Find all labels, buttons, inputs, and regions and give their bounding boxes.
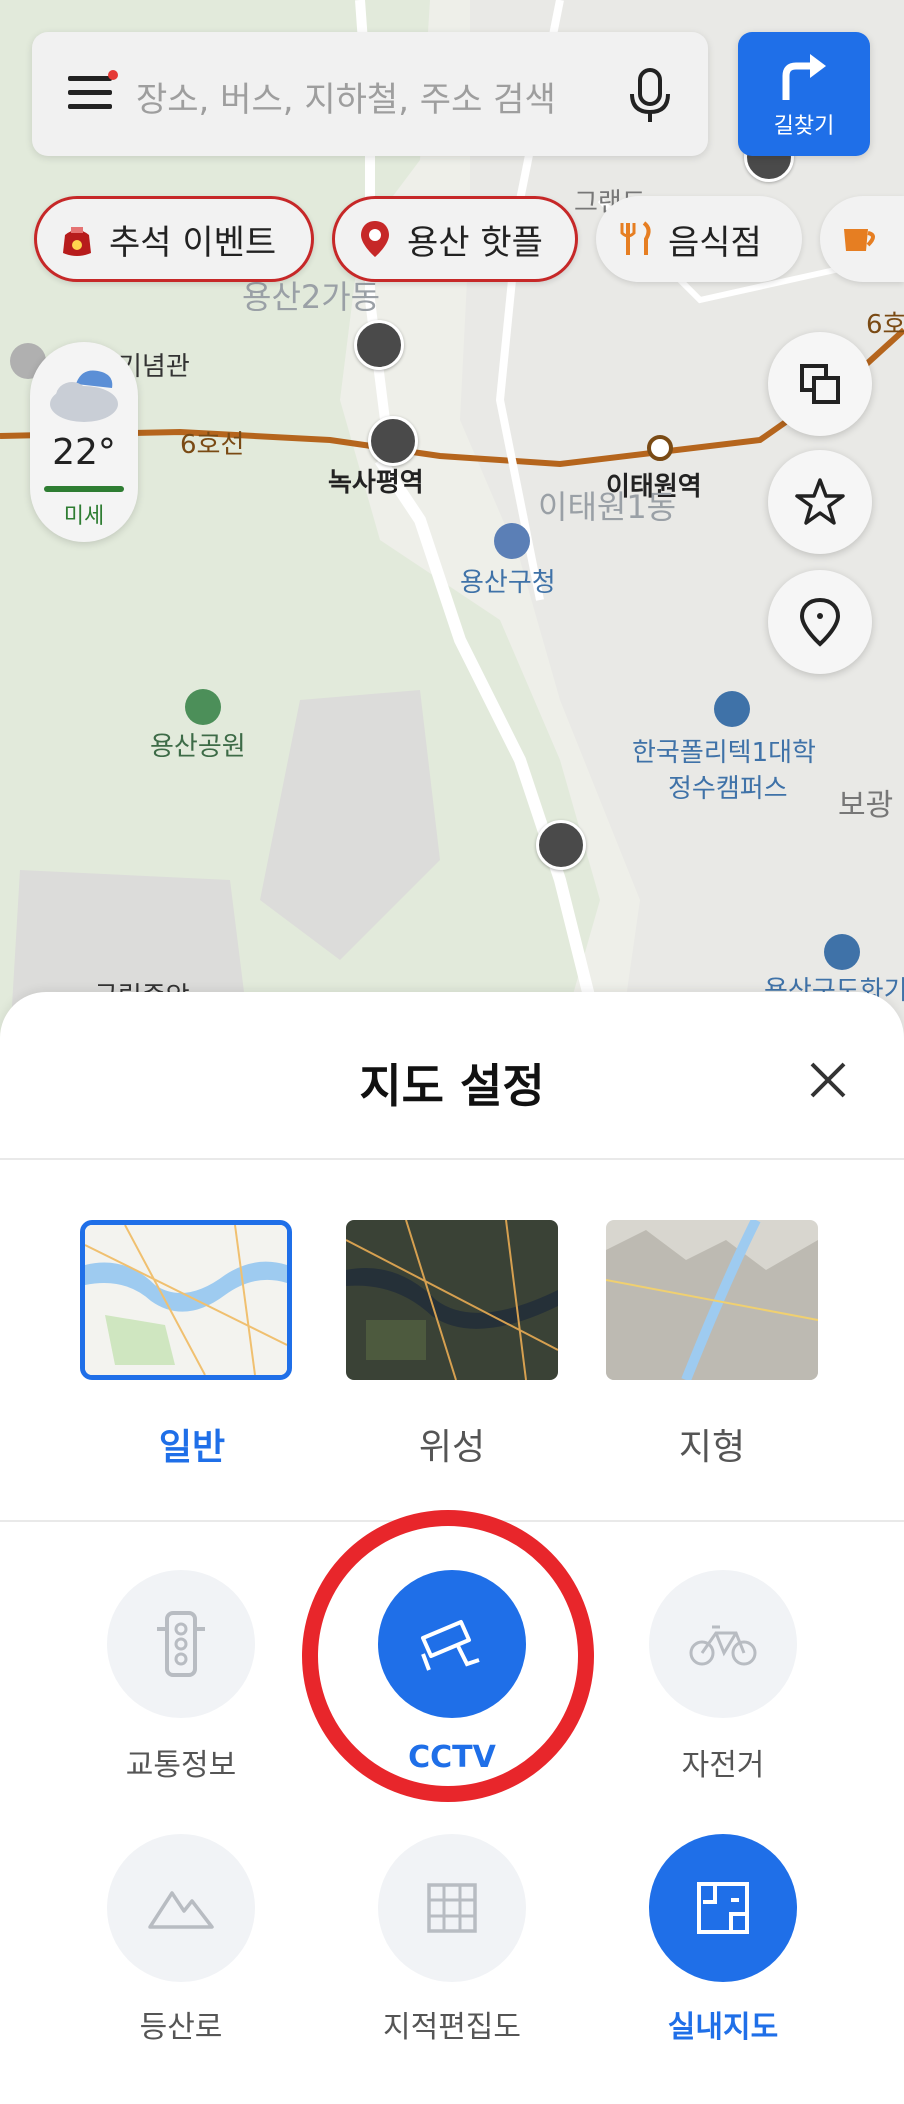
- layer-label-traffic: 교통정보: [125, 1748, 237, 1783]
- route-button[interactable]: 길찾기: [738, 32, 870, 156]
- map-type-label-satellite: 위성: [418, 1427, 486, 1468]
- dust-bar: [44, 486, 124, 492]
- dust-label: 미세: [63, 504, 105, 529]
- floorplan-icon: [697, 1882, 749, 1934]
- weather-widget[interactable]: 22° 미세: [30, 342, 138, 542]
- layer-label-hiking: 등산로: [139, 2010, 223, 2045]
- chip-label: 음식점: [668, 222, 762, 263]
- layer-cadastral-button[interactable]: [378, 1834, 526, 1982]
- map-type-label-normal: 일반: [158, 1427, 226, 1468]
- cctv-marker[interactable]: [536, 820, 586, 870]
- layers-icon: [800, 364, 840, 404]
- search-bar[interactable]: 장소, 버스, 지하철, 주소 검색: [32, 32, 708, 156]
- cctv-marker[interactable]: [368, 416, 418, 466]
- chip-chuseok-event[interactable]: 추석 이벤트: [34, 196, 314, 282]
- favorites-button[interactable]: [768, 450, 872, 554]
- map-label-polytech-1: 한국폴리텍1대학: [632, 738, 816, 768]
- highlight-circle: [302, 1510, 594, 1802]
- map-label-itaewon-dong: 이태원1동: [538, 488, 677, 526]
- lucky-bag-icon: [63, 227, 91, 256]
- normal-map-thumbnail: [85, 1225, 287, 1375]
- turn-arrow-icon: [782, 54, 826, 100]
- sheet-title: 지도 설정: [359, 1059, 545, 1113]
- traffic-light-icon: [157, 1611, 205, 1677]
- map-label-yongsan-office: 용산구청: [460, 568, 556, 598]
- chip-restaurant[interactable]: 음식점: [596, 196, 802, 282]
- microphone-icon[interactable]: [628, 68, 672, 124]
- map-label-bogwang: 보광: [838, 788, 894, 823]
- satellite-map-thumbnail: [346, 1220, 558, 1380]
- map-type-label-terrain: 지형: [678, 1427, 746, 1468]
- map-type-terrain[interactable]: [606, 1220, 818, 1380]
- map-label-line6-right: 6호: [866, 310, 904, 340]
- layer-label-bicycle: 자전거: [681, 1748, 765, 1783]
- menu-icon[interactable]: [68, 76, 116, 112]
- location-pin-icon: [799, 597, 841, 647]
- close-icon[interactable]: [800, 1052, 856, 1108]
- layer-bicycle-button[interactable]: [649, 1570, 797, 1718]
- chip-label: 용산 핫플: [407, 222, 543, 263]
- layer-label-indoor: 실내지도: [667, 2010, 779, 2045]
- map-label-yongsan-park: 용산공원: [150, 732, 246, 762]
- coffee-cup-icon: [844, 229, 875, 251]
- map-layers-button[interactable]: [768, 332, 872, 436]
- fork-knife-icon: [620, 221, 651, 255]
- map-label-line6: 6호선: [180, 430, 245, 460]
- map-type-satellite[interactable]: [346, 1220, 558, 1380]
- terrain-map-thumbnail: [606, 1220, 818, 1380]
- grid-icon: [427, 1883, 477, 1933]
- map-view[interactable]: 용산2가동 기념관 6호선 6호 녹사평역 이태원역 이태원1동 용산구청 용산…: [0, 0, 904, 1040]
- divider: [0, 1158, 904, 1160]
- route-button-label: 길찾기: [773, 114, 835, 139]
- chip-cafe[interactable]: [820, 196, 904, 282]
- cctv-marker[interactable]: [354, 320, 404, 370]
- notification-dot: [108, 70, 118, 80]
- star-icon: [795, 478, 845, 525]
- weather-temp: 22°: [52, 432, 116, 473]
- layer-traffic-button[interactable]: [107, 1570, 255, 1718]
- layer-indoor-button[interactable]: [649, 1834, 797, 1982]
- chip-label: 추석 이벤트: [109, 222, 277, 263]
- location-pin-icon: [361, 221, 389, 257]
- my-location-button[interactable]: [768, 570, 872, 674]
- layer-label-cadastral: 지적편집도: [383, 2010, 521, 2045]
- layer-hiking-button[interactable]: [107, 1834, 255, 1982]
- cloudy-icon: [50, 370, 118, 422]
- map-label-polytech-2: 정수캠퍼스: [668, 774, 788, 804]
- search-input[interactable]: 장소, 버스, 지하철, 주소 검색: [136, 72, 556, 121]
- map-label-noksapyeong: 녹사평역: [328, 468, 424, 498]
- map-type-normal[interactable]: [80, 1220, 292, 1380]
- bicycle-icon: [689, 1625, 757, 1666]
- chip-yongsan-hotplace[interactable]: 용산 핫플: [332, 196, 578, 282]
- mountain-icon: [148, 1891, 214, 1929]
